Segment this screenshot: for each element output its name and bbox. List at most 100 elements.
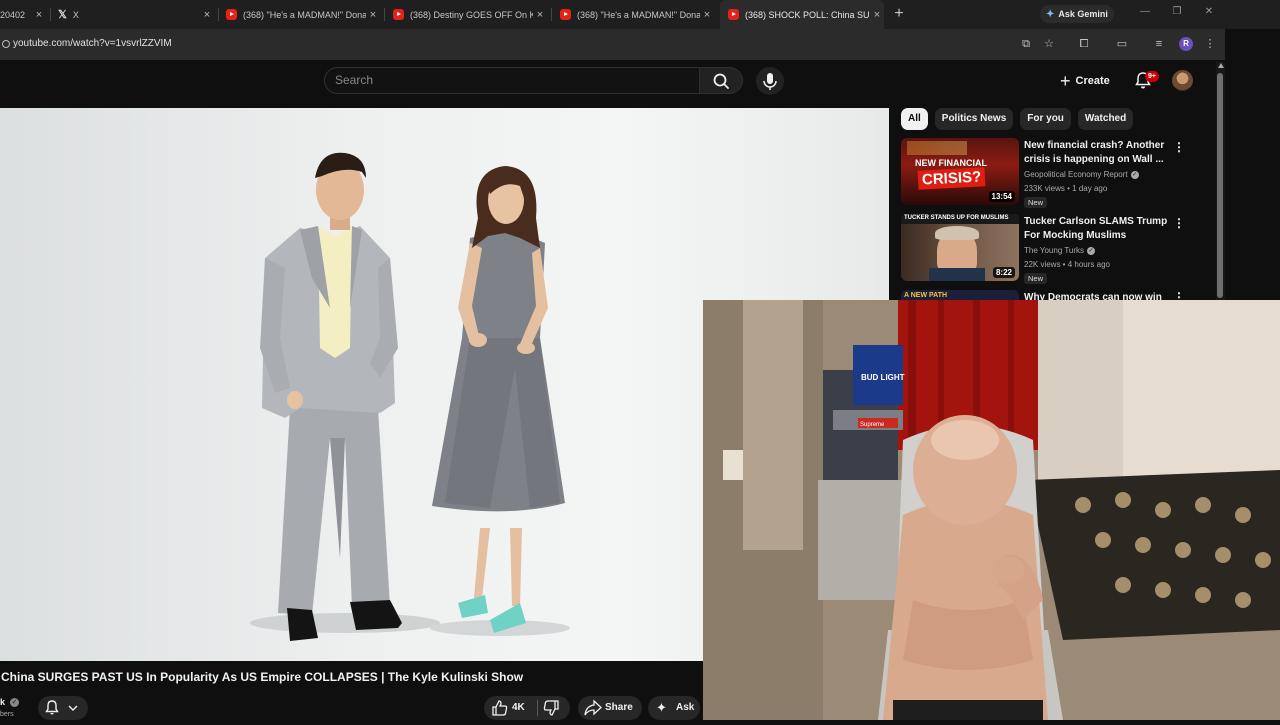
video-meta: 233K views • 1 day ago xyxy=(1024,184,1108,193)
share-arrow-icon xyxy=(584,699,602,716)
browser-tab[interactable]: (368) "He's a MADMAN!" Donal × xyxy=(560,0,714,29)
more-options-icon[interactable]: ⋮ xyxy=(1173,140,1185,156)
bookmark-star-icon[interactable]: ☆ xyxy=(1041,36,1057,52)
video-duration: 8:22 xyxy=(992,267,1015,278)
url-text[interactable]: youtube.com/watch?v=1vsvrlZZVIM xyxy=(13,38,172,49)
dislike-button[interactable] xyxy=(541,696,567,720)
chip-watched[interactable]: Watched xyxy=(1077,108,1134,130)
x-logo-icon: 𝕏 xyxy=(58,9,67,21)
tab-divider xyxy=(218,8,219,21)
split-view-icon[interactable]: ▭ xyxy=(1114,36,1130,52)
close-icon[interactable]: × xyxy=(870,9,884,21)
tab-title: (368) "He's a MADMAN!" Donal xyxy=(243,9,366,20)
video-duration: 13:54 xyxy=(988,191,1015,202)
tab-title: (368) Destiny GOES OFF On Ky xyxy=(410,9,533,20)
tab-title: X xyxy=(72,9,79,20)
profile-avatar[interactable]: R xyxy=(1179,37,1193,51)
browser-menu-icon[interactable]: ⋮ xyxy=(1202,36,1218,52)
close-icon[interactable]: × xyxy=(32,9,46,21)
filter-chips: All Politics News For you Watched xyxy=(901,108,1134,131)
thumbnail-text: CRISIS? xyxy=(917,167,986,190)
thumbnail-text: NEW FINANCIAL xyxy=(915,158,987,168)
install-app-icon[interactable]: ⧉ xyxy=(1018,36,1034,52)
create-button[interactable]: + Create xyxy=(1060,69,1120,93)
minimize-icon[interactable]: — xyxy=(1138,6,1152,22)
close-icon[interactable]: × xyxy=(533,9,547,21)
youtube-favicon-icon xyxy=(393,9,404,20)
restore-icon[interactable]: ❐ xyxy=(1170,6,1184,22)
video-thumbnail[interactable]: A NEW PATH xyxy=(901,290,1019,300)
tab-title: (368) SHOCK POLL: China SURG xyxy=(745,9,870,20)
search-input[interactable] xyxy=(324,67,700,94)
search-button[interactable] xyxy=(700,67,743,94)
site-info-icon[interactable] xyxy=(2,40,10,48)
extensions-icon[interactable]: ⧠ xyxy=(1076,36,1092,52)
channel-name[interactable]: k xyxy=(0,697,5,707)
ask-gemini-button[interactable]: ✦ Ask Gemini xyxy=(1040,5,1114,23)
share-label: Share xyxy=(605,702,633,713)
recommended-video[interactable]: A NEW PATH Why Democrats can now win ⋮ xyxy=(901,290,1201,300)
account-avatar[interactable] xyxy=(1172,70,1193,91)
youtube-favicon-icon xyxy=(728,9,739,20)
channel-name[interactable]: The Young Turks xyxy=(1024,246,1084,255)
sparkle-icon: ✦ xyxy=(656,700,667,715)
video-meta: 22K views • 4 hours ago xyxy=(1024,260,1110,269)
like-count: 4K xyxy=(512,702,525,713)
video-thumbnail[interactable]: TUCKER STANDS UP FOR MUSLIMS 8:22 xyxy=(901,214,1019,281)
thumbnail-text: TUCKER STANDS UP FOR MUSLIMS xyxy=(904,215,1009,221)
video-title[interactable]: Tucker Carlson SLAMS Trump For Mocking M… xyxy=(1024,215,1169,243)
video-title[interactable]: Why Democrats can now win xyxy=(1024,291,1169,300)
video-title[interactable]: New financial crash? Another crisis is h… xyxy=(1024,139,1169,167)
channel-row: The Young Turks ✓ xyxy=(1024,246,1096,255)
chip-for-you[interactable]: For you xyxy=(1020,108,1071,130)
bell-icon xyxy=(45,700,78,715)
can-label: BUD LIGHT xyxy=(861,373,905,382)
search-icon xyxy=(713,73,729,89)
window-close-icon[interactable]: ✕ xyxy=(1202,6,1216,22)
subscriber-count: bers xyxy=(0,711,14,718)
new-tab-button[interactable]: + xyxy=(890,4,908,24)
recommended-video[interactable]: TUCKER STANDS UP FOR MUSLIMS 8:22 Tucker… xyxy=(901,214,1201,284)
browser-tab[interactable]: 𝕏 X × xyxy=(58,0,214,29)
tab-title: 20402 xyxy=(0,9,26,20)
voice-search-button[interactable] xyxy=(756,67,784,95)
thumbs-down-icon xyxy=(543,700,559,716)
microphone-icon xyxy=(763,73,777,90)
more-options-icon[interactable]: ⋮ xyxy=(1173,290,1185,300)
tab-divider xyxy=(551,8,552,21)
new-badge: New xyxy=(1024,197,1048,208)
tab-divider xyxy=(384,8,385,21)
box-label: Supreme xyxy=(860,422,885,428)
tab-title: (368) "He's a MADMAN!" Donal xyxy=(577,9,700,20)
more-options-icon[interactable]: ⋮ xyxy=(1173,216,1185,232)
webcam-feed-image: BUD LIGHT Supreme xyxy=(703,300,1280,720)
youtube-favicon-icon xyxy=(226,9,237,20)
gemini-sparkle-icon: ✦ xyxy=(1046,8,1055,20)
subscription-bell-button[interactable] xyxy=(38,696,88,720)
chip-all[interactable]: All xyxy=(901,108,928,130)
thumbnail-text: A NEW PATH xyxy=(904,292,948,299)
scroll-up-arrow-icon[interactable] xyxy=(1218,63,1224,68)
video-thumbnail[interactable]: NEW FINANCIAL CRISIS? 13:54 xyxy=(901,138,1019,205)
close-icon[interactable]: × xyxy=(366,9,380,21)
scrollbar-thumb[interactable] xyxy=(1217,73,1223,298)
browser-tab[interactable]: 20402 × xyxy=(0,0,46,29)
chip-politics-news[interactable]: Politics News xyxy=(934,108,1014,130)
new-badge: New xyxy=(1024,273,1048,284)
create-label: Create xyxy=(1075,75,1110,87)
verified-check-icon: ✓ xyxy=(10,698,19,707)
notification-badge: 9+ xyxy=(1145,71,1159,82)
verified-check-icon: ✓ xyxy=(1087,246,1096,255)
recommended-video[interactable]: NEW FINANCIAL CRISIS? 13:54 New financia… xyxy=(901,138,1201,208)
browser-tab[interactable]: (368) "He's a MADMAN!" Donal × xyxy=(226,0,380,29)
media-controls-icon[interactable]: ≡ xyxy=(1151,36,1167,52)
plus-icon: + xyxy=(1060,71,1071,91)
close-icon[interactable]: × xyxy=(200,9,214,21)
browser-tab[interactable]: (368) Destiny GOES OFF On Ky × xyxy=(393,0,547,29)
close-icon[interactable]: × xyxy=(700,9,714,21)
video-title: China SURGES PAST US In Popularity As US… xyxy=(1,670,524,684)
ask-label: Ask xyxy=(676,702,695,713)
browser-tab-active[interactable]: (368) SHOCK POLL: China SURG × xyxy=(720,0,884,29)
channel-name[interactable]: Geopolitical Economy Report xyxy=(1024,170,1128,179)
search-placeholder: Search xyxy=(335,73,374,87)
